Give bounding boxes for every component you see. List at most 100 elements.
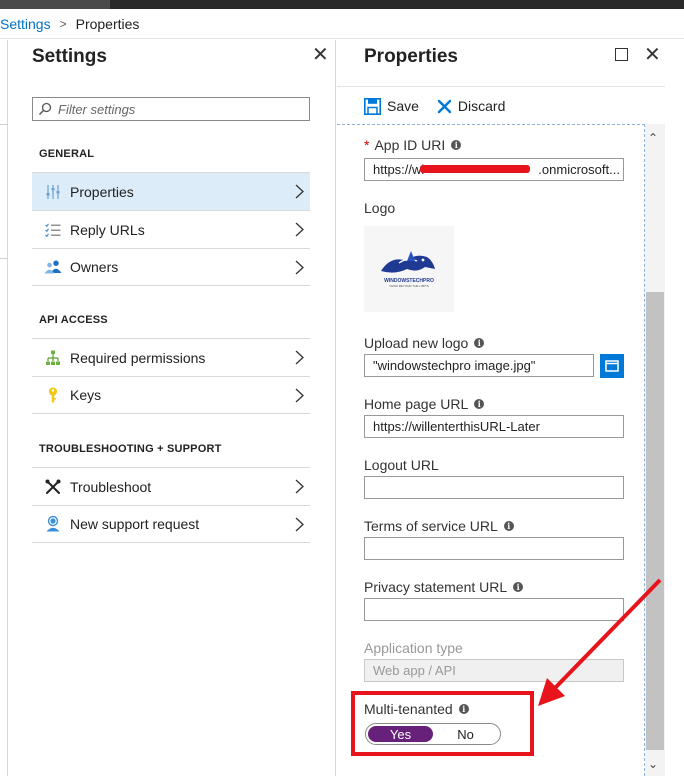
chevron-right-icon [295,350,304,365]
required-marker: * [364,137,370,153]
upload-logo-label-text: Upload new logo [364,335,469,351]
chevron-right-icon [295,184,304,199]
privacy-url-label-text: Privacy statement URL [364,579,508,595]
info-icon[interactable]: i [474,338,485,348]
chevron-right-icon [295,260,304,275]
info-icon[interactable]: i [513,582,524,592]
privacy-url-field[interactable] [364,598,624,621]
logo-image: WINDOWSTECHPRO THINK BEYOND THE LIMITS [364,226,454,312]
search-icon [38,102,52,116]
info-icon[interactable]: i [503,521,514,531]
breadcrumb: Settings > Properties [0,9,684,39]
toggle-option-yes[interactable]: Yes [368,726,433,742]
sidebar-item-label: Required permissions [70,349,206,366]
properties-title: Properties [364,46,458,67]
api-access-menu: Required permissions Keys [32,338,310,414]
upload-logo-field[interactable]: "windowstechpro image.jpg" [364,354,594,377]
multi-tenanted-label-text: Multi-tenanted [364,701,453,717]
app-id-uri-value-start: https://wi [373,162,425,177]
app-id-uri-label: * App ID URI i [364,137,462,153]
sidebar-item-properties[interactable]: Properties [32,172,310,210]
sidebar-item-owners[interactable]: Owners [32,248,310,286]
scroll-down-icon[interactable]: ⌄ [648,758,658,770]
save-icon [364,97,381,115]
sidebar-item-label: Owners [70,259,119,275]
previous-blade-edge [0,40,8,776]
blade-edge [665,86,684,776]
hierarchy-icon [44,349,62,367]
properties-close-icon[interactable]: ✕ [644,45,661,65]
list-icon [44,221,62,239]
upload-logo-label: Upload new logo i [364,335,485,351]
breadcrumb-separator: > [59,16,67,31]
wrench-icon [44,478,62,496]
sidebar-item-troubleshoot[interactable]: Troubleshoot [32,467,310,505]
chevron-right-icon [295,479,304,494]
top-bar [0,0,684,9]
sidebar-item-reply-urls[interactable]: Reply URLs [32,210,310,248]
application-type-field: Web app / API [364,659,624,682]
application-type-label: Application type [364,640,463,656]
sidebar-item-required-permissions[interactable]: Required permissions [32,338,310,376]
logo-label: Logo [364,200,396,216]
breadcrumb-current: Properties [75,15,140,32]
sidebar-item-label: Keys [70,387,102,403]
group-header-api-access: API ACCESS [39,314,108,326]
chevron-right-icon [295,388,304,403]
sidebar-item-keys[interactable]: Keys [32,376,310,414]
users-icon [44,258,62,276]
command-bar: Save Discard [364,95,523,117]
troubleshooting-menu: Troubleshoot New support request [32,467,310,543]
privacy-url-label: Privacy statement URL i [364,579,524,595]
toggle-option-no[interactable]: No [433,726,498,742]
home-page-url-label-text: Home page URL [364,396,469,412]
discard-icon [437,99,452,113]
scrollbar-thumb[interactable] [646,292,664,750]
sidebar-item-label: Troubleshoot [70,478,152,495]
chevron-right-icon [295,222,304,237]
scroll-up-icon[interactable]: ⌃ [648,132,658,144]
general-menu: Properties Reply URLs Owners [32,172,310,286]
sidebar-item-label: Properties [70,183,134,200]
app-id-uri-label-text: App ID URI [374,137,446,153]
terms-url-field[interactable] [364,537,624,560]
multi-tenanted-label: Multi-tenanted i [364,701,469,717]
settings-title: Settings [32,46,107,67]
home-page-url-label: Home page URL i [364,396,485,412]
sidebar-item-new-support-request[interactable]: New support request [32,505,310,543]
terms-url-label: Terms of service URL i [364,518,514,534]
sidebar-item-label: New support request [70,516,200,532]
group-header-troubleshooting: TROUBLESHOOTING + SUPPORT [39,443,222,455]
maximize-icon[interactable] [615,48,628,61]
logout-url-label: Logout URL [364,457,439,473]
app-id-uri-field[interactable]: https://wi .onmicrosoft... [364,158,624,181]
logout-url-field[interactable] [364,476,624,499]
properties-blade: Properties ✕ Save Discard * App ID URI i… [337,40,684,776]
support-person-icon [44,515,62,533]
home-page-url-field[interactable]: https://willenterthisURL-Later [364,415,624,438]
chevron-right-icon [295,517,304,532]
discard-label: Discard [457,98,506,114]
search-input[interactable] [58,101,288,117]
filter-settings-search[interactable] [32,97,310,121]
breadcrumb-settings-link[interactable]: Settings [0,16,51,32]
discard-button[interactable]: Discard [437,98,505,114]
save-button[interactable]: Save [364,97,419,115]
terms-url-label-text: Terms of service URL [364,518,498,534]
logo-subtext: THINK BEYOND THE LIMITS [389,283,429,288]
info-icon[interactable]: i [458,704,469,714]
sidebar-item-label: Reply URLs [70,221,145,238]
settings-close-icon[interactable]: ✕ [312,45,329,65]
info-icon[interactable]: i [451,140,462,150]
properties-icon [44,183,62,201]
group-header-general: GENERAL [39,148,95,160]
folder-icon [605,360,619,372]
multi-tenanted-toggle[interactable]: Yes No [365,723,501,745]
save-label: Save [387,98,419,114]
azure-portal-screenshot: Settings > Properties Settings ✕ GENERAL… [0,0,684,776]
settings-blade: Settings ✕ GENERAL Properties [9,40,336,776]
app-id-uri-value-end: .onmicrosoft... [538,162,620,177]
info-icon[interactable]: i [474,399,485,409]
browse-button[interactable] [600,354,624,378]
logo-graphic [381,250,435,273]
